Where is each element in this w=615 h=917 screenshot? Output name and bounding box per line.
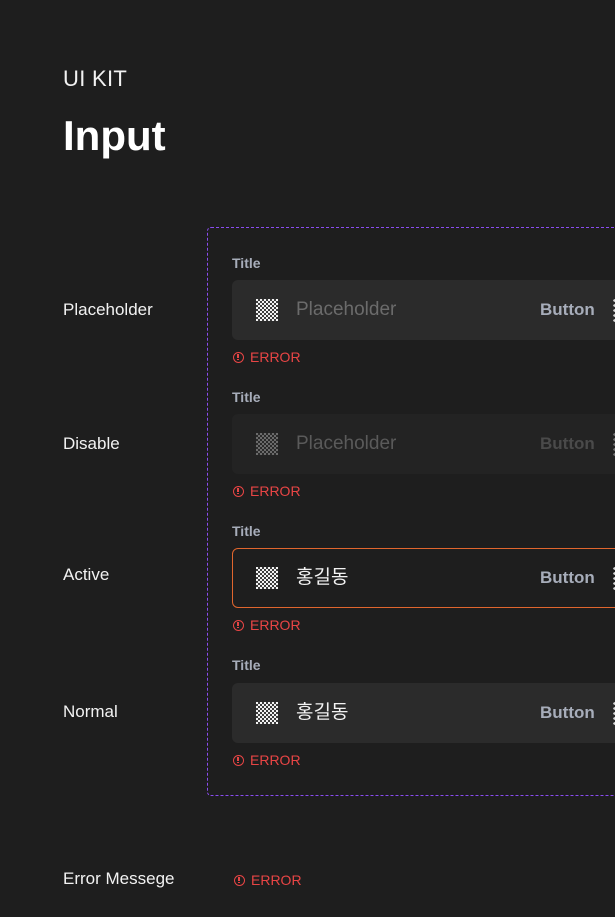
error-text: ERROR (250, 483, 301, 499)
input-button: Button (540, 434, 595, 453)
row-label-placeholder: Placeholder (63, 300, 153, 319)
text-input-active[interactable]: 홍길동 Button (232, 548, 615, 608)
checkerboard-icon (256, 433, 278, 455)
field-title: Title (232, 255, 261, 271)
error-message: ERROR (233, 483, 301, 499)
error-message: ERROR (233, 752, 301, 768)
kit-label: UI KIT (63, 66, 128, 91)
error-message: ERROR (233, 617, 301, 633)
page-title: Input (63, 112, 166, 159)
error-message-sample: ERROR (234, 872, 302, 888)
text-input-normal[interactable]: 홍길동 Button (232, 683, 615, 743)
error-circle-icon (233, 485, 244, 497)
checkerboard-icon (256, 567, 278, 589)
input-placeholder-text: Placeholder (296, 433, 397, 454)
error-circle-icon (233, 351, 244, 363)
error-text: ERROR (250, 752, 301, 768)
row-label-error-message: Error Messege (63, 869, 175, 888)
input-value-text[interactable]: 홍길동 (296, 548, 348, 608)
error-text: ERROR (251, 872, 302, 888)
field-title: Title (232, 657, 261, 673)
error-message: ERROR (233, 349, 301, 365)
input-button[interactable]: Button (540, 548, 595, 608)
error-circle-icon (233, 754, 244, 766)
error-text: ERROR (250, 617, 301, 633)
input-placeholder-text[interactable]: Placeholder (296, 280, 396, 340)
checkerboard-icon (256, 702, 278, 724)
ui-kit-input-page: UI KIT Input Placeholder Disable Active … (0, 0, 615, 917)
row-label-active: Active (63, 565, 110, 584)
field-title: Title (232, 523, 261, 539)
error-circle-icon (234, 874, 245, 886)
row-label-normal: Normal (63, 702, 118, 721)
text-input-disabled: Placeholder Button (232, 414, 615, 474)
error-circle-icon (233, 619, 244, 631)
input-button[interactable]: Button (540, 280, 595, 340)
input-value-text[interactable]: 홍길동 (296, 683, 348, 743)
checkerboard-icon (256, 299, 278, 321)
field-title: Title (232, 389, 261, 405)
text-input-placeholder[interactable]: Placeholder Button (232, 280, 615, 340)
row-label-disable: Disable (63, 434, 120, 453)
error-text: ERROR (250, 349, 301, 365)
input-button[interactable]: Button (540, 683, 595, 743)
